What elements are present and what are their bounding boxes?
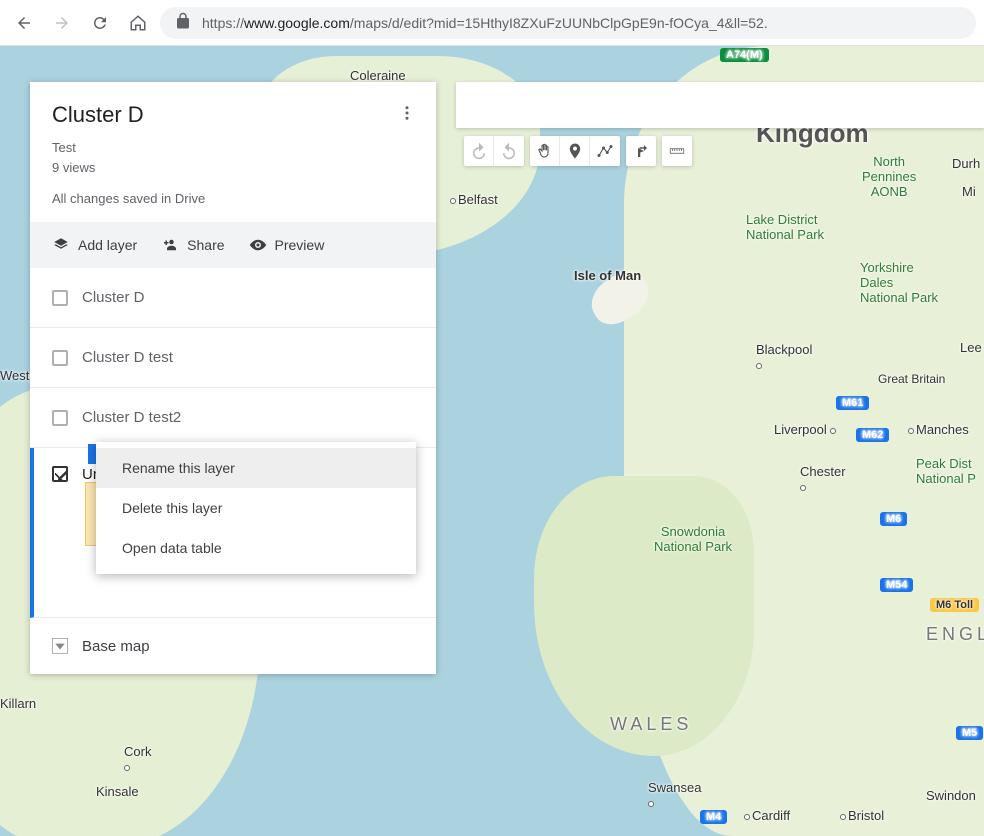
ruler-icon	[668, 142, 686, 160]
layer-checkbox[interactable]	[52, 410, 68, 426]
redo-icon	[500, 142, 518, 160]
map-title[interactable]: Cluster D	[52, 102, 414, 128]
layers-panel: Cluster D Test 9 views All changes saved…	[30, 82, 436, 674]
map-label-city: Manches	[908, 422, 969, 437]
layers-icon	[52, 236, 70, 254]
road-badge: M6 Toll	[930, 598, 979, 612]
base-map-toggle[interactable]	[52, 638, 68, 654]
reload-button[interactable]	[84, 7, 116, 39]
triangle-down-icon	[53, 637, 67, 655]
map-label-city: Kinsale	[96, 784, 139, 799]
forward-button[interactable]	[46, 7, 78, 39]
map-label-city: Chester	[800, 464, 846, 494]
directions-icon	[632, 142, 650, 160]
hand-icon	[536, 142, 554, 160]
map-label-city: Coleraine	[350, 68, 406, 83]
map-label-city: Swansea	[648, 780, 701, 810]
map-label-country: ENGL	[926, 624, 984, 645]
map-label-city: Belfast	[450, 192, 498, 207]
layer-name: Cluster D test	[82, 349, 173, 366]
map-label-region: Isle of Man	[574, 268, 641, 283]
panel-menu-button[interactable]	[398, 104, 416, 127]
layer-name: Cluster D	[82, 289, 145, 306]
layer-name: Cluster D test2	[82, 409, 181, 426]
add-layer-label: Add layer	[78, 237, 137, 253]
layer-item[interactable]: Cluster D test2	[30, 388, 436, 448]
browser-toolbar: https://www.google.com/maps/d/edit?mid=1…	[0, 0, 984, 46]
panel-actions: Add layer Share Preview	[30, 222, 436, 268]
map-label-park: Lake District National Park	[746, 212, 824, 242]
map-label-country: WALES	[610, 714, 692, 735]
map-label-region: Great Britain	[878, 372, 945, 386]
pan-tool[interactable]	[530, 136, 560, 166]
layer-checkbox[interactable]	[52, 290, 68, 306]
layer-item[interactable]: Cluster D	[30, 268, 436, 328]
draw-line-tool[interactable]	[590, 136, 620, 166]
map-label-city: Bristol	[840, 808, 884, 823]
person-add-icon	[161, 236, 179, 254]
arrow-right-icon	[53, 14, 71, 32]
map-label-city: Killarn	[0, 696, 36, 711]
map-label-park: Snowdonia National Park	[654, 524, 732, 554]
address-bar[interactable]: https://www.google.com/maps/d/edit?mid=1…	[160, 7, 976, 39]
map-label-city: Liverpool	[774, 422, 838, 437]
road-badge: M61	[836, 396, 869, 410]
map-description: Test	[52, 138, 414, 158]
open-data-table-item[interactable]: Open data table	[96, 528, 416, 568]
road-badge: M6	[880, 512, 907, 526]
map-label-city: Swindon	[926, 788, 976, 803]
arrow-left-icon	[15, 14, 33, 32]
marker-icon	[566, 142, 584, 160]
layer-item[interactable]: Cluster D test	[30, 328, 436, 388]
map-label-park: North Pennines AONB	[862, 154, 916, 199]
map-label-city: Mi	[962, 184, 976, 199]
search-box[interactable]	[456, 82, 984, 128]
home-button[interactable]	[122, 7, 154, 39]
share-button[interactable]: Share	[161, 236, 224, 254]
road-badge: M4	[700, 810, 727, 824]
eye-icon	[249, 236, 267, 254]
url-text: https://www.google.com/maps/d/edit?mid=1…	[202, 15, 768, 31]
undo-button[interactable]	[464, 136, 494, 166]
measure-tool[interactable]	[662, 136, 692, 166]
base-map-row[interactable]: Base map	[30, 618, 436, 674]
map-label-city: Cork	[124, 744, 151, 774]
back-button[interactable]	[8, 7, 40, 39]
undo-icon	[470, 142, 488, 160]
road-badge: M5	[956, 726, 983, 740]
delete-layer-item[interactable]: Delete this layer	[96, 488, 416, 528]
redo-button[interactable]	[494, 136, 524, 166]
more-vert-icon	[398, 104, 416, 122]
add-layer-button[interactable]: Add layer	[52, 236, 137, 254]
layer-context-menu: Rename this layer Delete this layer Open…	[96, 442, 416, 574]
road-badge: M54	[880, 578, 913, 592]
reload-icon	[91, 14, 109, 32]
layer-checkbox[interactable]	[52, 466, 68, 482]
polyline-icon	[596, 142, 614, 160]
map-label-city: Blackpool	[756, 342, 812, 372]
add-marker-tool[interactable]	[560, 136, 590, 166]
map-tools	[464, 136, 692, 166]
share-label: Share	[187, 237, 224, 253]
map-label-park: Peak Dist National P	[916, 456, 976, 486]
layer-checkbox[interactable]	[52, 350, 68, 366]
lock-icon	[174, 12, 192, 33]
map-views: 9 views	[52, 158, 414, 178]
map-label-city: Durh	[952, 156, 980, 171]
home-icon	[129, 14, 147, 32]
preview-button[interactable]: Preview	[249, 236, 325, 254]
road-badge: M62	[856, 428, 889, 442]
save-status: All changes saved in Drive	[52, 191, 414, 206]
base-map-label: Base map	[82, 638, 150, 655]
map-label-city: Lee	[960, 340, 982, 355]
road-badge: A74(M)	[720, 48, 769, 62]
map-label-city: Cardiff	[744, 808, 790, 823]
rename-layer-item[interactable]: Rename this layer	[96, 448, 416, 488]
preview-label: Preview	[275, 237, 325, 253]
directions-tool[interactable]	[626, 136, 656, 166]
map-label-park: Yorkshire Dales National Park	[860, 260, 938, 305]
